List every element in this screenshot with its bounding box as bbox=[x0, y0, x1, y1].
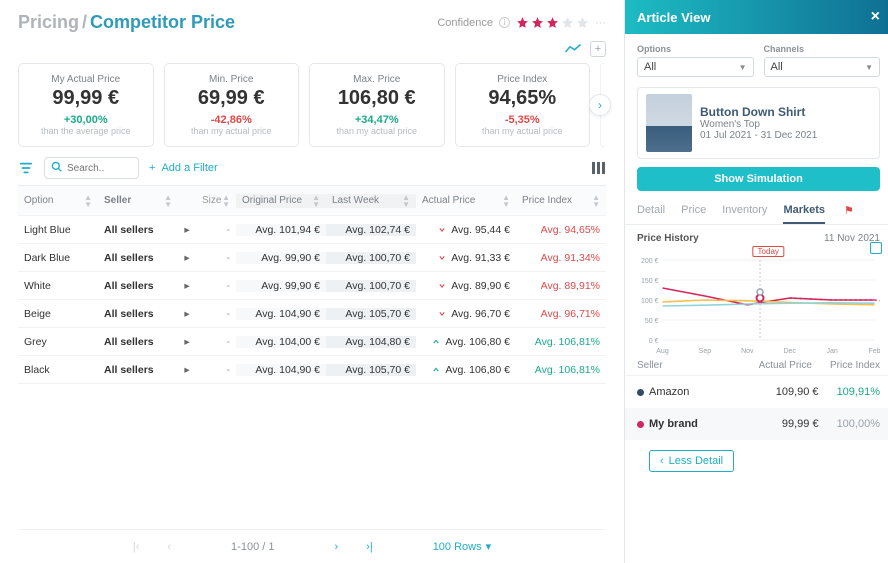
col-size[interactable]: Size▲▼ bbox=[196, 194, 236, 208]
columns-toggle-icon[interactable] bbox=[592, 162, 606, 174]
add-filter-button[interactable]: + Add a Filter bbox=[149, 162, 218, 174]
seller-row[interactable]: Amazon109,90 €109,91% bbox=[625, 376, 888, 408]
expand-row-icon[interactable]: ▸ bbox=[178, 308, 196, 320]
tab-flag-icon[interactable]: ⚑ bbox=[841, 199, 854, 224]
svg-text:Aug: Aug bbox=[656, 348, 669, 355]
svg-text:Feb: Feb bbox=[868, 348, 880, 355]
star-icon bbox=[546, 16, 559, 29]
pager-prev-icon[interactable]: ‹ bbox=[167, 541, 171, 553]
tab-markets[interactable]: Markets bbox=[783, 199, 825, 224]
product-date-range: 01 Jul 2021 - 31 Dec 2021 bbox=[700, 130, 871, 141]
channels-label: Channels bbox=[764, 44, 881, 54]
table-header: Option▲▼ Seller▲▼ Size▲▼ Original Price▲… bbox=[18, 186, 606, 216]
pager-first-icon[interactable]: |‹ bbox=[133, 541, 140, 553]
tab-detail[interactable]: Detail bbox=[637, 199, 665, 224]
kpi-card: Min. Price69,99 €-42,86%than my actual p… bbox=[164, 63, 300, 147]
tab-inventory[interactable]: Inventory bbox=[722, 199, 767, 224]
col-option[interactable]: Option▲▼ bbox=[18, 194, 98, 208]
svg-text:Sep: Sep bbox=[699, 348, 712, 355]
product-thumbnail bbox=[646, 94, 692, 152]
plus-icon: + bbox=[149, 162, 155, 174]
search-input[interactable] bbox=[67, 163, 132, 174]
search-icon bbox=[51, 161, 62, 175]
channels-select[interactable]: All▼ bbox=[764, 57, 881, 77]
options-select[interactable]: All▼ bbox=[637, 57, 754, 77]
pager-last-icon[interactable]: ›| bbox=[366, 541, 373, 553]
tab-price[interactable]: Price bbox=[681, 199, 706, 224]
star-icon bbox=[516, 16, 529, 29]
today-marker: Today bbox=[753, 246, 784, 257]
product-card: Button Down Shirt Women's Top 01 Jul 202… bbox=[637, 87, 880, 159]
search-input-wrap[interactable] bbox=[44, 157, 139, 179]
svg-text:0 €: 0 € bbox=[649, 338, 659, 345]
pager: |‹ ‹ 1-100 / 1 › ›| 100 Rows ▾ bbox=[18, 529, 606, 563]
expand-row-icon[interactable]: ▸ bbox=[178, 364, 196, 376]
expand-row-icon[interactable]: ▸ bbox=[178, 280, 196, 292]
col-seller[interactable]: Seller▲▼ bbox=[98, 194, 178, 208]
close-icon[interactable]: × bbox=[871, 8, 880, 26]
col-last-week[interactable]: Last Week▲▼ bbox=[326, 194, 416, 208]
chevron-left-icon: ‹ bbox=[660, 455, 664, 467]
svg-text:50 €: 50 € bbox=[645, 318, 659, 325]
svg-text:Jan: Jan bbox=[826, 348, 837, 355]
expand-row-icon[interactable]: ▸ bbox=[178, 336, 196, 348]
chevron-down-icon: ▾ bbox=[486, 540, 492, 553]
price-history-chart: Today 0 € 50 € 100 € 150 € 200 € Aug Sep Nov Dec… bbox=[637, 246, 880, 356]
svg-text:Nov: Nov bbox=[741, 348, 754, 355]
svg-text:100 €: 100 € bbox=[641, 298, 659, 305]
kpi-card: Price Index94,65%-5,35%than my actual pr… bbox=[455, 63, 591, 147]
chevron-down-icon: ▼ bbox=[739, 63, 747, 72]
table-row[interactable]: Dark BlueAll sellers▸-Avg. 99,90 €Avg. 1… bbox=[18, 244, 606, 272]
expand-row-icon[interactable]: ▸ bbox=[178, 224, 196, 236]
show-simulation-button[interactable]: Show Simulation bbox=[637, 167, 880, 191]
seller-row[interactable]: My brand99,99 €100,00% bbox=[625, 408, 888, 440]
table-row[interactable]: BlackAll sellers▸-Avg. 104,90 €Avg. 105,… bbox=[18, 356, 606, 384]
options-label: Options bbox=[637, 44, 754, 54]
kpi-card: Max. Price106,80 €+34,47%than my actual … bbox=[309, 63, 445, 147]
pager-next-icon[interactable]: › bbox=[334, 541, 338, 553]
pager-range: 1-100 / 1 bbox=[231, 541, 274, 553]
breadcrumb-root[interactable]: Pricing bbox=[18, 12, 79, 33]
svg-text:200 €: 200 € bbox=[641, 258, 659, 265]
star-icon bbox=[576, 16, 589, 29]
less-detail-button[interactable]: ‹ Less Detail bbox=[649, 450, 734, 472]
star-icon bbox=[531, 16, 544, 29]
table-row[interactable]: BeigeAll sellers▸-Avg. 104,90 €Avg. 105,… bbox=[18, 300, 606, 328]
col-original-price[interactable]: Original Price▲▼ bbox=[236, 194, 326, 208]
table-row[interactable]: WhiteAll sellers▸-Avg. 99,90 €Avg. 100,7… bbox=[18, 272, 606, 300]
add-widget-button[interactable]: + bbox=[590, 41, 606, 57]
breadcrumb: Pricing/ Competitor Price bbox=[18, 12, 235, 33]
cards-next-button[interactable]: › bbox=[589, 94, 611, 116]
col-actual-price[interactable]: Actual Price▲▼ bbox=[416, 194, 516, 208]
seller-col-header: Seller bbox=[637, 360, 663, 371]
svg-text:150 €: 150 € bbox=[641, 278, 659, 285]
table-row[interactable]: GreyAll sellers▸-Avg. 104,00 €Avg. 104,8… bbox=[18, 328, 606, 356]
expand-chart-icon[interactable] bbox=[870, 242, 882, 254]
table-row[interactable]: Light BlueAll sellers▸-Avg. 101,94 €Avg.… bbox=[18, 216, 606, 244]
confidence-indicator: Confidence i ··· bbox=[437, 16, 606, 29]
info-icon[interactable]: i bbox=[499, 17, 510, 28]
col-price-index[interactable]: Price Index▲▼ bbox=[516, 194, 606, 208]
product-subtitle: Women's Top bbox=[700, 119, 871, 130]
chevron-down-icon: ▼ bbox=[865, 63, 873, 72]
trend-chart-icon[interactable] bbox=[564, 43, 582, 55]
star-ellipsis: ··· bbox=[595, 17, 606, 29]
pager-rows-select[interactable]: 100 Rows ▾ bbox=[433, 540, 491, 553]
panel-title: Article View bbox=[637, 10, 710, 25]
breadcrumb-current: Competitor Price bbox=[90, 12, 235, 33]
kpi-card: My Actual Price99,99 €+30,00%than the av… bbox=[18, 63, 154, 147]
product-title: Button Down Shirt bbox=[700, 105, 871, 119]
expand-row-icon[interactable]: ▸ bbox=[178, 252, 196, 264]
star-icon bbox=[561, 16, 574, 29]
filter-toggle-icon[interactable] bbox=[18, 160, 34, 176]
svg-text:Dec: Dec bbox=[783, 348, 796, 355]
price-history-title: Price History bbox=[637, 233, 699, 244]
